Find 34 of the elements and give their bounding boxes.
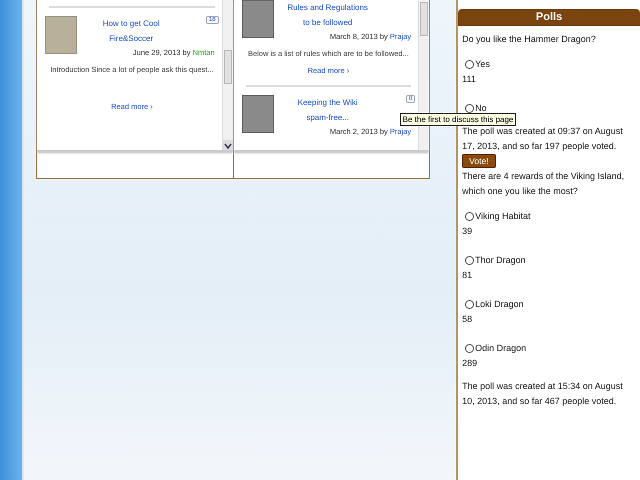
radio-button[interactable]: [465, 104, 474, 113]
option-label: No: [475, 102, 487, 115]
radio-button[interactable]: [465, 300, 474, 309]
polls-header: Polls: [458, 9, 640, 26]
tooltip: Be the first to discuss this page: [400, 113, 516, 126]
radio-button[interactable]: [465, 344, 474, 353]
scrollbar-thumb[interactable]: [224, 50, 232, 84]
thumbnail-picture: [45, 16, 78, 54]
vote-button[interactable]: Vote!: [462, 154, 496, 168]
poll-question: There are 4 rewards of the Viking Island, which one you like the most?: [462, 170, 626, 198]
radio-button[interactable]: [465, 212, 474, 221]
option-label: Loki Dragon: [475, 298, 524, 311]
vote-count: 289: [462, 357, 478, 370]
vote-count: 39: [462, 225, 474, 238]
post-title-link[interactable]: Rules and Regulations to be followed: [286, 0, 370, 30]
option-label: Viking Habitat: [475, 210, 531, 223]
radio-button[interactable]: [465, 256, 474, 265]
poll-summary: The poll was created at 09:37 on August 17, 2013, and so far 197 people voted.: [462, 125, 624, 153]
vote-count: 81: [462, 269, 474, 282]
post-title-link[interactable]: How to get Cool Fire&Soccer: [89, 16, 174, 46]
option-label: Odin Dragon: [475, 342, 526, 355]
radio-button[interactable]: [465, 60, 474, 69]
poll-question: Do you like the Hammer Dragon?: [462, 33, 597, 46]
post-title-link[interactable]: Keeping the Wiki spam-free...: [286, 95, 370, 125]
scroll-down-arrow-icon[interactable]: [222, 140, 233, 150]
scrollbar[interactable]: [222, 0, 233, 150]
vote-count: 58: [462, 313, 474, 326]
avatar-picture: [242, 0, 274, 38]
avatar-picture: [242, 95, 274, 133]
option-label: Thor Dragon: [475, 254, 526, 267]
scrollbar-thumb[interactable]: [420, 2, 428, 36]
option-label: Yes: [475, 58, 490, 71]
poll-summary: The poll was created at 15:34 on August 10, 2013, and so far 467 people voted.: [462, 380, 624, 408]
vote-count: 111: [462, 73, 477, 86]
